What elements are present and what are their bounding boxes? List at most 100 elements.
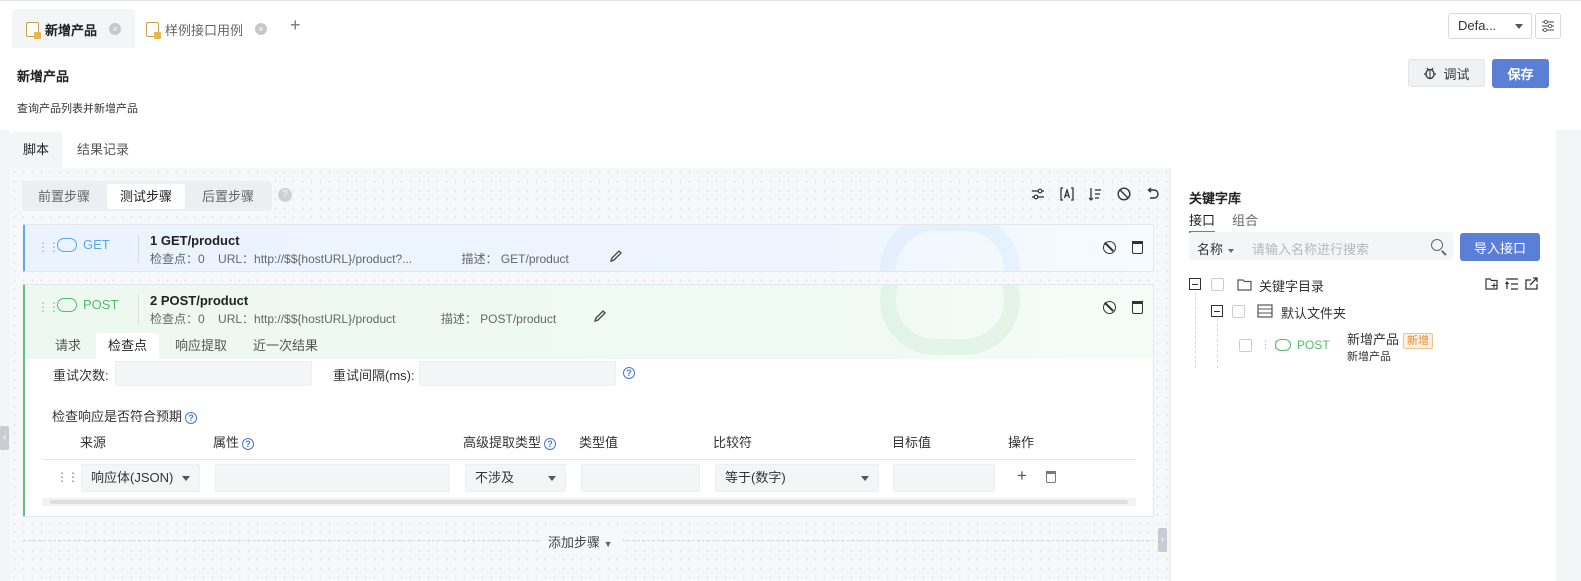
tree-root-label[interactable]: 关键字目录 [1259, 276, 1324, 295]
drag-handle-icon[interactable]: ⋮⋮ [37, 300, 60, 314]
help-icon[interactable]: ? [242, 437, 255, 450]
search-input[interactable]: 请输入名称进行搜索 [1252, 239, 1369, 258]
tab-last-result[interactable]: 近一次结果 [241, 333, 330, 359]
add-tab-icon[interactable]: + [290, 15, 301, 36]
environment-value: Defa... [1458, 18, 1497, 33]
environment-select[interactable]: Defa... [1448, 13, 1532, 39]
comparator-select[interactable]: 等于(数字) [715, 464, 879, 492]
tab-interface[interactable]: 接口 [1189, 210, 1216, 233]
search-icon[interactable] [1431, 239, 1443, 251]
cloud-watermark-icon [880, 225, 1020, 271]
type-value-input[interactable] [581, 464, 700, 492]
tab-script[interactable]: 脚本 [10, 132, 63, 168]
adjust-icon[interactable] [1031, 187, 1045, 201]
keyword-library-panel: 关键字库 接口 组合 名称 请输入名称进行搜索 导入接口 关键字目录 默认文件夹… [1170, 168, 1556, 581]
tab-pre-steps[interactable]: 前置步骤 [25, 184, 103, 209]
file-tab-bar: 新增产品 × 样例接口用例 × + Defa... [0, 0, 1581, 49]
checkpoint-count: 检查点：0 [150, 252, 205, 266]
property-input[interactable] [215, 464, 450, 492]
retry-interval-label: 重试间隔(ms): [333, 368, 415, 383]
help-icon[interactable]: ? [278, 188, 292, 202]
help-icon[interactable]: ? [544, 437, 557, 450]
file-tab-new-product[interactable]: 新增产品 × [12, 9, 136, 49]
section-title-text: 检查响应是否符合预期 [52, 409, 183, 424]
page-description: 查询产品列表并新增产品 [17, 103, 138, 115]
page-title: 新增产品 [17, 69, 70, 84]
add-row-icon[interactable]: + [1017, 466, 1027, 486]
target-input[interactable] [893, 464, 995, 492]
checkbox[interactable] [1211, 278, 1224, 291]
checkbox[interactable] [1232, 305, 1245, 318]
close-icon[interactable]: × [109, 23, 122, 35]
disable-step-icon[interactable] [1103, 301, 1116, 314]
new-folder-icon[interactable] [1485, 277, 1499, 291]
tab-post-steps[interactable]: 后置步骤 [189, 184, 267, 209]
keyword-library-title: 关键字库 [1189, 191, 1242, 206]
debug-button[interactable]: 调试 [1408, 59, 1485, 87]
tree-item-title[interactable]: 新增产品 新增 [1347, 329, 1434, 349]
text-format-icon[interactable] [1060, 187, 1074, 201]
caret-down-icon [548, 476, 556, 481]
file-tab-sample-case[interactable]: 样例接口用例 × [132, 9, 281, 49]
sort-icon[interactable] [1088, 187, 1102, 201]
checkbox[interactable] [1239, 339, 1252, 352]
step-meta: 检查点：0 URL：http://$${hostURL}/product?...… [150, 250, 575, 267]
extract-type-value: 不涉及 [475, 470, 515, 485]
add-step-button[interactable]: 添加步骤 ▼ [540, 532, 621, 551]
save-button[interactable]: 保存 [1492, 59, 1549, 88]
add-step-label: 添加步骤 [548, 535, 601, 550]
step-url: URL：http://$${hostURL}/product [218, 312, 396, 326]
caret-down-icon [182, 476, 190, 481]
cloud-upload-icon [1275, 339, 1291, 351]
tree-item-name: 新增产品 [1347, 332, 1400, 347]
script-editor-panel: 前置步骤 测试步骤 后置步骤 ? ⋮⋮ GET 1 GET/product 检查… [10, 168, 1168, 581]
tree-folder-label[interactable]: 默认文件夹 [1281, 303, 1346, 322]
environment-settings-button[interactable] [1535, 13, 1561, 39]
search-field-select[interactable]: 名称 [1197, 239, 1234, 258]
step-card-post[interactable]: ⋮⋮ POST 2 POST/product 检查点：0 URL：http://… [23, 284, 1154, 517]
step-card-get[interactable]: ⋮⋮ GET 1 GET/product 检查点：0 URL：http://$$… [23, 224, 1154, 272]
export-icon[interactable] [1525, 277, 1539, 291]
edit-icon[interactable] [593, 309, 607, 323]
delete-step-icon[interactable] [1132, 241, 1143, 254]
tree-item-desc: 新增产品 [1347, 351, 1391, 363]
method-get: GET [57, 237, 110, 252]
tab-checkpoint[interactable]: 检查点 [96, 333, 160, 359]
delete-row-icon[interactable] [1046, 471, 1056, 483]
drag-handle-icon[interactable]: ⋮⋮ [37, 240, 60, 254]
sliders-icon [1542, 19, 1554, 33]
tab-combination[interactable]: 组合 [1232, 210, 1258, 229]
help-icon[interactable]: ? [623, 367, 635, 379]
tab-test-steps[interactable]: 测试步骤 [107, 184, 186, 209]
undo-icon[interactable] [1145, 187, 1159, 201]
help-icon[interactable]: ? [185, 411, 198, 424]
close-icon[interactable]: × [255, 23, 268, 35]
disable-icon[interactable] [1117, 187, 1131, 201]
tab-request[interactable]: 请求 [43, 333, 93, 359]
edit-icon[interactable] [609, 249, 623, 263]
tab-results[interactable]: 结果记录 [64, 132, 142, 168]
disable-step-icon[interactable] [1103, 241, 1116, 254]
extract-type-select[interactable]: 不涉及 [465, 464, 566, 492]
horizontal-scrollbar[interactable] [42, 498, 1136, 506]
tab-response-extract[interactable]: 响应提取 [163, 333, 239, 359]
delete-step-icon[interactable] [1132, 301, 1143, 314]
step-title: 2 POST/product [150, 293, 249, 308]
section-title: 检查响应是否符合预期? [52, 406, 198, 425]
collapse-all-icon[interactable] [1505, 277, 1519, 291]
collapse-right-handle[interactable]: › [1158, 528, 1167, 552]
row-drag-handle-icon[interactable]: ⋮⋮ [56, 470, 79, 484]
collapse-icon[interactable] [1189, 278, 1201, 290]
import-interface-button[interactable]: 导入接口 [1460, 233, 1540, 261]
retry-interval-input[interactable] [419, 361, 616, 386]
column-comparator: 比较符 [713, 435, 753, 450]
retry-count-input[interactable] [115, 361, 312, 386]
column-actions: 操作 [1008, 435, 1035, 450]
keyword-search[interactable]: 名称 请输入名称进行搜索 [1189, 232, 1453, 260]
cloud-download-icon [57, 237, 77, 252]
collapse-icon[interactable] [1211, 305, 1223, 317]
method-label: GET [83, 237, 110, 252]
source-select[interactable]: 响应体(JSON) [81, 464, 200, 492]
step-title: 1 GET/product [150, 233, 240, 248]
collapse-left-handle[interactable]: ‹ [0, 426, 9, 450]
